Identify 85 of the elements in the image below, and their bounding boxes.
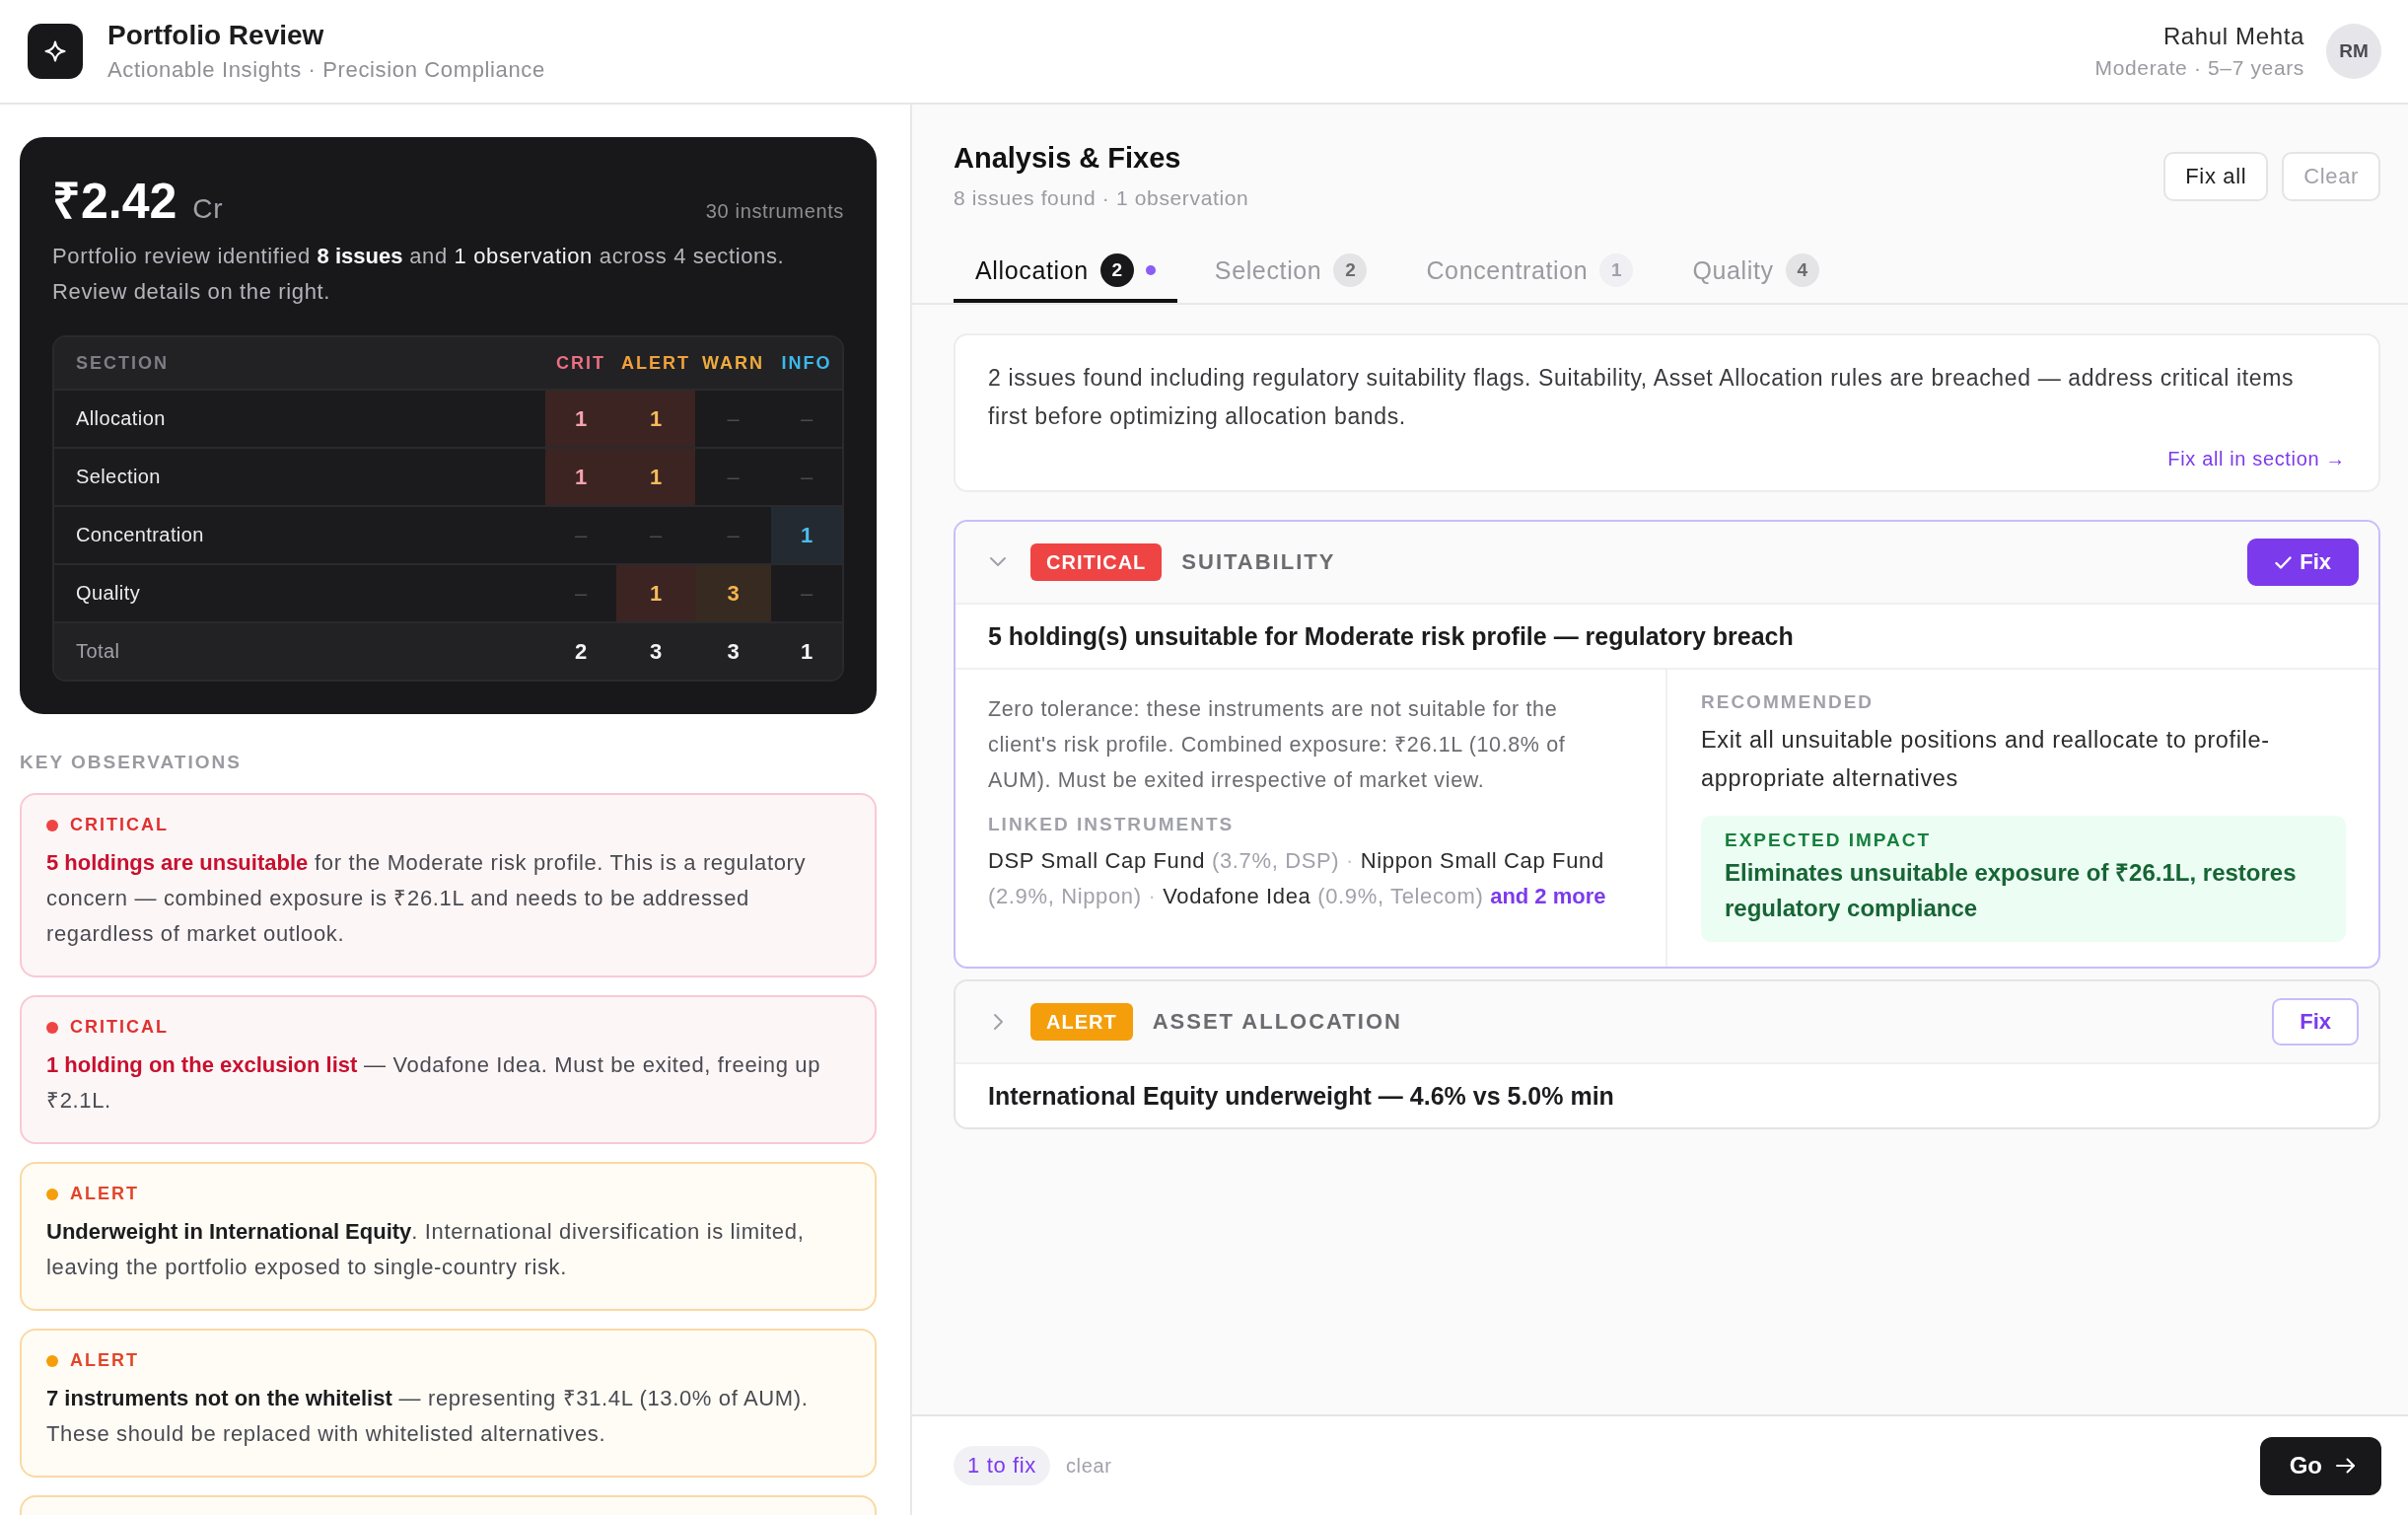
client-profile: Moderate · 5–7 years [2094,56,2304,80]
fix-button[interactable]: Fix [2272,998,2359,1046]
count-cell-text: – [799,463,814,491]
severity-dot-icon [46,819,58,831]
severity-dot-icon [46,1354,58,1367]
pending-fix-count: 1 to fix [954,1446,1050,1485]
count-cell-text: – [573,579,589,608]
count-cell-text: – [799,579,814,608]
severity-label: ALERT [70,1350,139,1371]
recommended-label: RECOMMENDED [1701,691,1876,713]
section-name: Quality [75,581,142,606]
total-cell-text: 3 [648,637,664,666]
count-cell: 1 [771,507,842,563]
severity-dot-icon [46,1188,58,1200]
total-cell-text: 3 [726,637,741,666]
severity-label: CRITICAL [70,1017,169,1038]
severity-label: ALERT [70,1184,139,1204]
severity-dot-icon [46,1021,58,1034]
count-cell: 3 [695,565,771,621]
check-icon [2275,555,2293,569]
section-heading: KEY OBSERVATIONS [20,752,243,773]
section-tab[interactable]: Allocation 2 [954,242,1177,303]
fix-button[interactable]: Fix [2247,539,2359,586]
count-cell: 1 [616,391,695,447]
column-header: ALERT [620,351,691,375]
count-cell-text: – [648,521,664,549]
instrument-count: 30 instruments [705,201,844,221]
panel-title: Analysis & Fixes [954,142,1182,175]
count-cell-text: – [726,404,741,433]
arrow-right-icon [2336,1458,2356,1474]
observation-text: 1 holding on the exclusion list — Vodafone Idea. Must be exited, freeing up ₹2.1L. [46,1051,822,1115]
more-instruments-link[interactable]: and 2 more [1490,884,1606,908]
total-cell-text: 2 [573,637,589,666]
column-header: INFO [780,351,833,375]
observation-text: 7 instruments not on the whitelist — representing ₹31.4L (13.0% of AUM). These should be replaced with whitelisted alternatives. [46,1385,810,1448]
count-badge: 1 [1599,253,1634,287]
fix-all-in-section-link[interactable]: Fix all in section → [2167,448,2346,470]
count-cell-text: – [726,521,741,549]
section-name: Allocation [75,406,167,431]
severity-badge: ALERT [1030,1003,1133,1041]
recommendation-text: Exit all unsuitable positions and reallocate to profile-appropriate alternatives [1701,726,2271,793]
observation-text: 5 holdings are unsuitable for the Moderate risk profile. This is a regulatory concern — combined exposure is ₹26.1L and needs to be addressed regardless of market outlook. [46,849,808,948]
expected-impact-text: Eliminates unsuitable exposure of ₹26.1L, restores regulatory compliance [1725,858,2298,923]
issue-title: 5 holding(s) unsuitable for Moderate risk profile — regulatory breach [956,603,2378,668]
app-subtitle: Actionable Insights · Precision Compliance [107,57,545,83]
issue-category: ASSET ALLOCATION [1152,1009,1402,1035]
count-badge: 2 [1333,253,1368,287]
count-cell-text: – [573,521,589,549]
total-cell-text: 1 [799,637,814,666]
value-unit: Cr [192,195,224,223]
linked-instruments-text: DSP Small Cap Fund (3.7%, DSP) · Nippon Small Cap Fund (2.9%, Nippon) · Vodafone Idea (0.9%, Telecom) and 2 more [988,847,1607,910]
linked-instruments-label: LINKED INSTRUMENTS [988,814,1236,835]
section-tab[interactable]: Quality 4 [1670,242,1841,303]
count-cell-text: – [799,404,814,433]
go-button[interactable]: Go [2259,1436,2381,1495]
count-cell: 1 [545,391,616,447]
issue-title: International Equity underweight — 4.6% vs 5.0% min [956,1062,2378,1127]
section-name: Selection [75,465,162,489]
column-header: WARN [701,351,765,375]
section-tab[interactable]: Selection 2 [1192,242,1389,303]
section-name: Concentration [75,523,205,547]
avatar[interactable]: RM [2326,24,2381,79]
severity-badge: CRITICAL [1030,543,1163,581]
count-badge: 4 [1785,253,1819,287]
count-cell: 1 [616,449,695,505]
count-cell: 1 [545,449,616,505]
issue-category: SUITABILITY [1181,549,1336,575]
sparkle-logo-icon [28,24,83,79]
total-label: Total [75,639,121,664]
column-header: SECTION [75,351,170,375]
section-summary-text: 2 issues found including regulatory suitability flags. Suitability, Asset Allocation rules are breached — address critical items first before optimizing allocation bands. [988,364,2296,431]
client-name: Rahul Mehta [2162,23,2304,50]
app-title: Portfolio Review [107,20,325,51]
observation-text: Underweight in International Equity. International diversification is limited, leaving the portfolio exposed to single-country risk. [46,1218,806,1281]
issue-description: Zero tolerance: these instruments are not suitable for the client's risk profile. Combined exposure: ₹26.1L (10.8% of AUM). Must be exited irrespective of market view. [988,696,1567,794]
column-header: CRIT [555,351,606,375]
count-cell-text: – [726,463,741,491]
expected-impact-label: EXPECTED IMPACT [1725,830,1933,851]
count-cell: 1 [616,565,695,621]
fix-all-button[interactable]: Fix all [2163,152,2269,201]
panel-subtitle: 8 issues found · 1 observation [954,186,1249,210]
summary-text: Portfolio review identified 8 issues and 1 observation across 4 sections. Review details on the right. [52,243,786,306]
portfolio-value: ₹2.42 [52,177,177,226]
severity-label: CRITICAL [70,815,169,835]
count-badge: 2 [1099,253,1134,287]
